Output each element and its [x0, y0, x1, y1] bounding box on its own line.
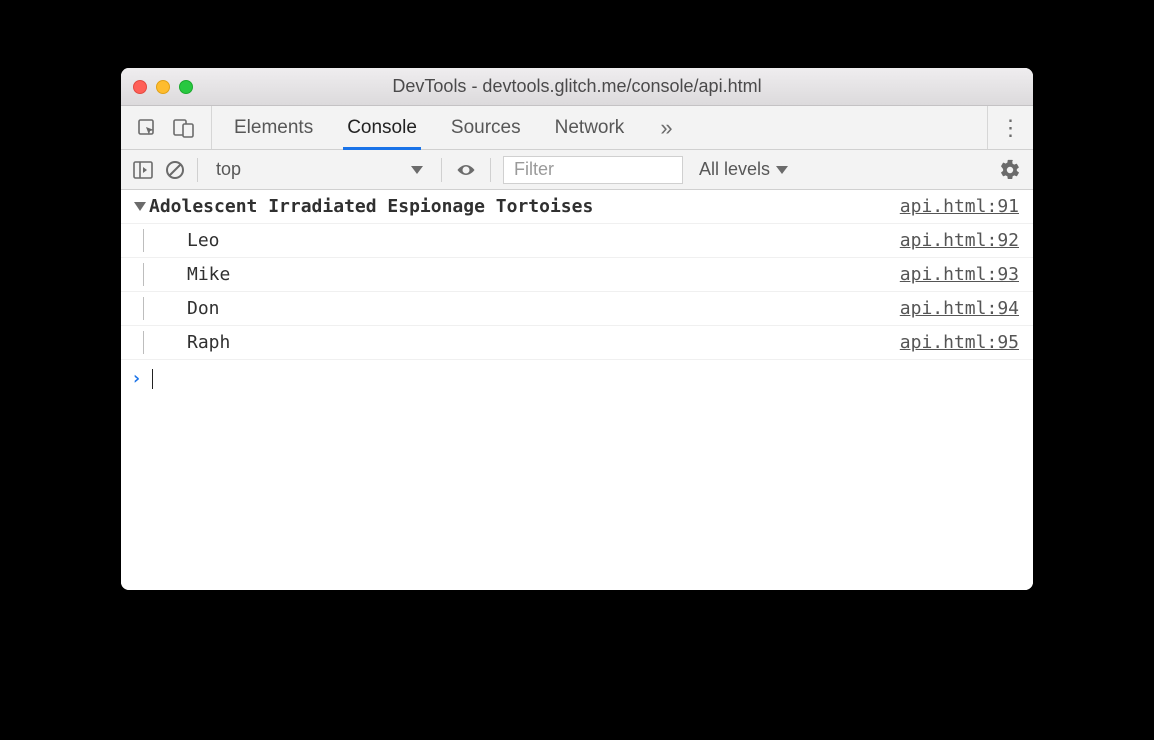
group-indent: [143, 297, 161, 320]
source-link[interactable]: api.html:92: [900, 230, 1019, 251]
device-toolbar-icon[interactable]: [173, 118, 195, 138]
clear-console-icon[interactable]: [165, 160, 185, 180]
tabstrip: Elements Console Sources Network » ⋮: [121, 106, 1033, 150]
console-log-row: Leo api.html:92: [121, 224, 1033, 258]
log-message: Leo: [187, 230, 220, 251]
zoom-button[interactable]: [179, 80, 193, 94]
titlebar: DevTools - devtools.glitch.me/console/ap…: [121, 68, 1033, 106]
devtools-window: DevTools - devtools.glitch.me/console/ap…: [121, 68, 1033, 590]
live-expression-icon[interactable]: [454, 162, 478, 178]
source-link[interactable]: api.html:93: [900, 264, 1019, 285]
chevron-down-icon: [776, 166, 788, 174]
execution-context-label: top: [216, 159, 241, 180]
console-group-header: Adolescent Irradiated Espionage Tortoise…: [121, 190, 1033, 224]
log-levels-select[interactable]: All levels: [695, 159, 792, 180]
triangle-down-icon: [134, 202, 146, 211]
more-menu-button[interactable]: ⋮: [987, 106, 1033, 149]
close-button[interactable]: [133, 80, 147, 94]
group-label: Adolescent Irradiated Espionage Tortoise…: [149, 196, 593, 217]
source-link[interactable]: api.html:91: [900, 196, 1019, 217]
group-indent: [143, 331, 161, 354]
disclosure-toggle[interactable]: [131, 202, 149, 211]
group-indent: [143, 229, 161, 252]
tabs-overflow-button[interactable]: »: [646, 106, 686, 149]
console-log-row: Raph api.html:95: [121, 326, 1033, 360]
console-output: Adolescent Irradiated Espionage Tortoise…: [121, 190, 1033, 590]
window-title: DevTools - devtools.glitch.me/console/ap…: [121, 76, 1033, 97]
log-message: Mike: [187, 264, 230, 285]
tab-sources[interactable]: Sources: [451, 106, 521, 149]
source-link[interactable]: api.html:94: [900, 298, 1019, 319]
execution-context-select[interactable]: top: [210, 159, 429, 180]
inspect-element-icon[interactable]: [137, 118, 157, 138]
prompt-chevron-icon: ›: [131, 368, 142, 389]
console-sidebar-toggle-icon[interactable]: [133, 161, 153, 179]
console-settings-icon[interactable]: [999, 159, 1021, 181]
console-log-row: Don api.html:94: [121, 292, 1033, 326]
traffic-lights: [133, 80, 193, 94]
log-message: Don: [187, 298, 220, 319]
tab-network[interactable]: Network: [555, 106, 625, 149]
group-indent: [143, 263, 161, 286]
log-levels-label: All levels: [699, 159, 770, 180]
minimize-button[interactable]: [156, 80, 170, 94]
console-prompt[interactable]: ›: [121, 360, 1033, 397]
chevron-down-icon: [411, 166, 423, 174]
tab-elements[interactable]: Elements: [234, 106, 313, 149]
tab-console[interactable]: Console: [347, 106, 417, 149]
console-log-row: Mike api.html:93: [121, 258, 1033, 292]
text-caret: [152, 369, 153, 389]
console-toolbar: top All levels: [121, 150, 1033, 190]
log-message: Raph: [187, 332, 230, 353]
filter-input[interactable]: [503, 156, 683, 184]
panel-tabs: Elements Console Sources Network: [212, 106, 646, 149]
inspect-tools: [121, 106, 212, 149]
source-link[interactable]: api.html:95: [900, 332, 1019, 353]
